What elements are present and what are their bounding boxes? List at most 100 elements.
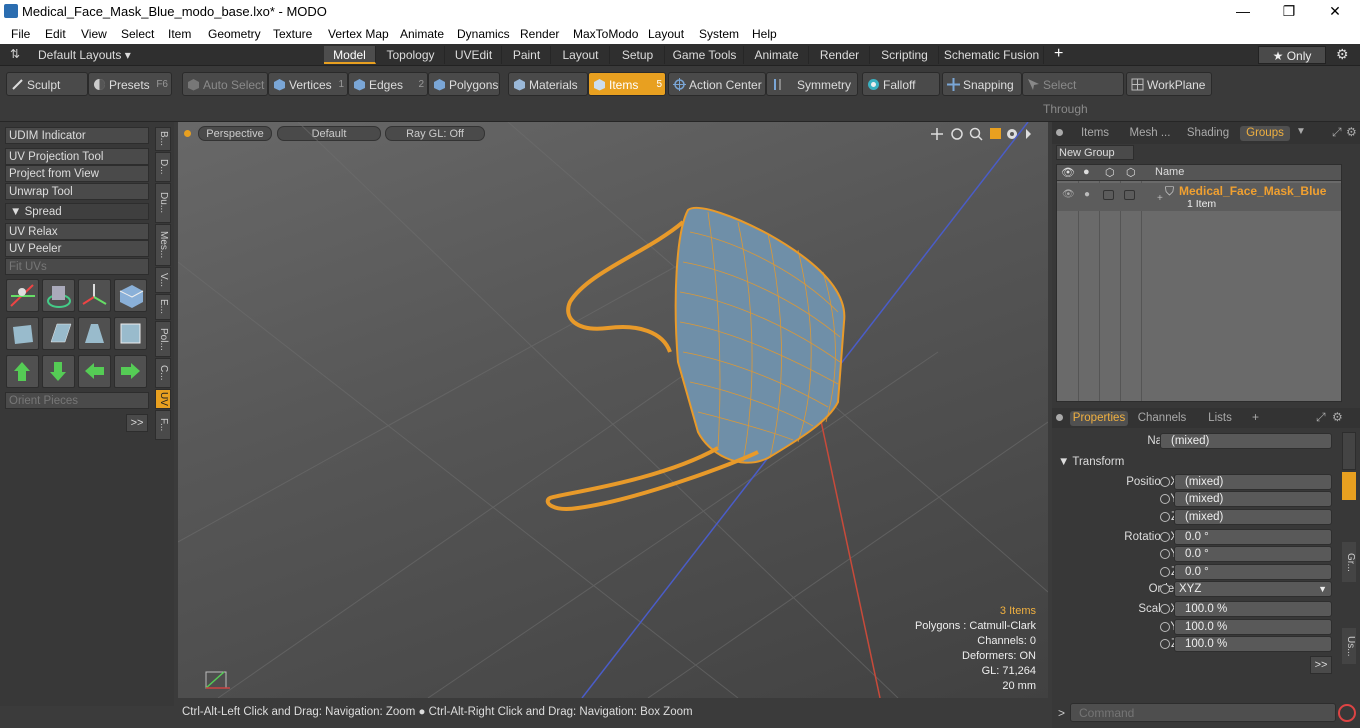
scale-x-anim-dot[interactable]: [1160, 604, 1170, 614]
side-tab-us[interactable]: Us...: [1342, 628, 1356, 664]
align-up-icon[interactable]: [6, 355, 39, 388]
position-z-anim-dot[interactable]: [1160, 512, 1170, 522]
order-anim-dot[interactable]: [1160, 584, 1170, 594]
rotation-y-field[interactable]: 0.0 °: [1174, 546, 1332, 562]
tab-dropdown-icon[interactable]: ▼: [1296, 126, 1306, 137]
rotation-x-anim-dot[interactable]: [1160, 532, 1170, 542]
name-column-header[interactable]: Name: [1155, 166, 1184, 178]
action-center-button[interactable]: Action Center: [668, 72, 766, 96]
gear-icon[interactable]: ⚙: [1336, 46, 1349, 63]
side-tab-d[interactable]: D...: [155, 152, 171, 182]
layout-arrows-icon[interactable]: ⇅: [10, 47, 20, 61]
expand-panel-icon[interactable]: ⤢: [1316, 410, 1326, 425]
align-left-icon[interactable]: [78, 355, 111, 388]
group-visibility-icon[interactable]: 👁: [1062, 189, 1075, 200]
new-group-button[interactable]: New Group: [1056, 145, 1134, 160]
group-row[interactable]: 👁 ● + ⛉ Medical_Face_Mask_Blue 1 Item: [1057, 183, 1341, 211]
record-icon[interactable]: [1338, 704, 1356, 722]
tab-setup[interactable]: Setup: [611, 46, 665, 64]
tab-items[interactable]: Items: [1070, 126, 1120, 141]
menu-edit[interactable]: Edit: [45, 27, 66, 41]
group-select-checkbox[interactable]: [1124, 190, 1135, 200]
menu-item[interactable]: Item: [168, 27, 191, 41]
side-tab-pol[interactable]: Pol...: [155, 321, 171, 357]
fit-uvs-button[interactable]: Fit UVs: [5, 258, 149, 275]
uv-cube-tool-icon[interactable]: [114, 279, 147, 312]
menu-vertex-map[interactable]: Vertex Map: [328, 27, 389, 41]
menu-dynamics[interactable]: Dynamics: [457, 27, 510, 41]
scale-y-field[interactable]: 100.0 %: [1174, 619, 1332, 635]
menu-system[interactable]: System: [699, 27, 739, 41]
position-z-field[interactable]: (mixed): [1174, 509, 1332, 525]
add-tab-button[interactable]: +: [1054, 45, 1063, 63]
rotation-x-field[interactable]: 0.0 °: [1174, 529, 1332, 545]
uv-taper-icon[interactable]: [78, 317, 111, 350]
rotation-z-field[interactable]: 0.0 °: [1174, 564, 1332, 580]
tab-schematic-fusion[interactable]: Schematic Fusion: [940, 46, 1044, 64]
orient-pieces-button[interactable]: Orient Pieces: [5, 392, 149, 409]
only-toggle[interactable]: ★ Only: [1258, 46, 1326, 64]
render-column-icon[interactable]: ⬡: [1105, 166, 1115, 179]
presets-button[interactable]: Presets F6: [88, 72, 172, 96]
default-layouts-dropdown[interactable]: Default Layouts ▾: [38, 48, 131, 62]
uv-rotate-tool-icon[interactable]: [42, 279, 75, 312]
rotation-y-anim-dot[interactable]: [1160, 549, 1170, 559]
scale-y-anim-dot[interactable]: [1160, 622, 1170, 632]
align-right-icon[interactable]: [114, 355, 147, 388]
uv-peeler-button[interactable]: UV Peeler: [5, 240, 149, 257]
group-lock-icon[interactable]: ●: [1084, 189, 1090, 200]
uv-move-tool-icon[interactable]: [78, 279, 111, 312]
panel-gear-icon[interactable]: ⚙: [1332, 410, 1343, 424]
select-column-icon[interactable]: ⬡: [1126, 166, 1136, 179]
tab-paint[interactable]: Paint: [503, 46, 551, 64]
tab-topology[interactable]: Topology: [377, 46, 445, 64]
expand-group-icon[interactable]: +: [1157, 193, 1163, 204]
uv-cylinder-icon[interactable]: [6, 317, 39, 350]
uv-box-icon[interactable]: [114, 317, 147, 350]
name-field[interactable]: (mixed): [1160, 433, 1332, 449]
spread-section-header[interactable]: ▼ Spread: [5, 203, 149, 220]
snapping-button[interactable]: Snapping: [942, 72, 1022, 96]
menu-texture[interactable]: Texture: [273, 27, 312, 41]
sculpt-button[interactable]: Sculpt: [6, 72, 88, 96]
items-button[interactable]: Items 5: [588, 72, 666, 96]
tab-game-tools[interactable]: Game Tools: [666, 46, 744, 64]
menu-file[interactable]: File: [11, 27, 30, 41]
unwrap-tool-button[interactable]: Unwrap Tool: [5, 183, 149, 200]
scale-x-field[interactable]: 100.0 %: [1174, 601, 1332, 617]
side-tab-du[interactable]: Du...: [155, 183, 171, 223]
minimize-button[interactable]: —: [1220, 0, 1266, 23]
align-down-icon[interactable]: [42, 355, 75, 388]
falloff-button[interactable]: Falloff: [862, 72, 940, 96]
polygons-button[interactable]: Polygons: [428, 72, 500, 96]
group-name[interactable]: Medical_Face_Mask_Blue: [1179, 184, 1326, 198]
menu-geometry[interactable]: Geometry: [208, 27, 261, 41]
side-tab-dots-1[interactable]: [1342, 432, 1356, 470]
side-tab-gr[interactable]: Gr...: [1342, 542, 1356, 582]
menu-maxtomodo[interactable]: MaxToModo: [573, 27, 638, 41]
group-render-checkbox[interactable]: [1103, 190, 1114, 200]
uv-relax-button[interactable]: UV Relax: [5, 223, 149, 240]
tab-animate[interactable]: Animate: [745, 46, 809, 64]
side-tab-v[interactable]: V...: [155, 267, 171, 293]
menu-layout[interactable]: Layout: [648, 27, 684, 41]
lock-column-icon[interactable]: ●: [1083, 166, 1090, 178]
menu-render[interactable]: Render: [520, 27, 559, 41]
tab-uvedit[interactable]: UVEdit: [446, 46, 502, 64]
side-tab-uv[interactable]: UV: [155, 389, 171, 409]
position-y-field[interactable]: (mixed): [1174, 491, 1332, 507]
tab-render[interactable]: Render: [810, 46, 870, 64]
side-tab-f[interactable]: F...: [155, 410, 171, 440]
tab-layout[interactable]: Layout: [552, 46, 610, 64]
side-tab-b[interactable]: B...: [155, 127, 171, 151]
scale-z-field[interactable]: 100.0 %: [1174, 636, 1332, 652]
expand-panel-icon[interactable]: ⤢: [1332, 125, 1342, 140]
visibility-column-icon[interactable]: 👁: [1061, 166, 1075, 179]
symmetry-button[interactable]: Symmetry: [766, 72, 858, 96]
workplane-button[interactable]: WorkPlane: [1126, 72, 1212, 96]
panel-gear-icon[interactable]: ⚙: [1346, 125, 1357, 139]
face-mask-mesh[interactable]: [545, 206, 846, 511]
scale-z-anim-dot[interactable]: [1160, 639, 1170, 649]
vertices-button[interactable]: Vertices 1: [268, 72, 348, 96]
uv-transform-tool-icon[interactable]: [6, 279, 39, 312]
